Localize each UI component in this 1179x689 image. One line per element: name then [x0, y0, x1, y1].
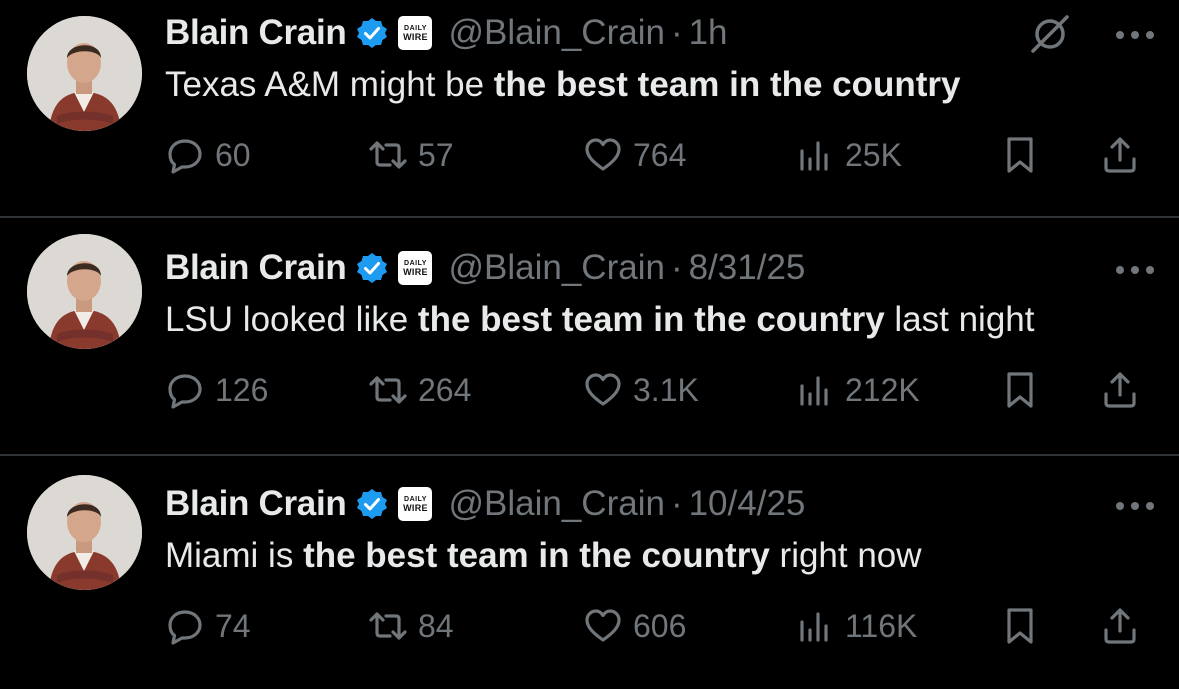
- author-name[interactable]: Blain Crain: [165, 248, 347, 288]
- like-icon: [585, 138, 621, 171]
- timestamp[interactable]: 8/31/25: [689, 248, 806, 288]
- affiliation-line2: WIRE: [403, 31, 428, 42]
- views-count: 212K: [845, 371, 920, 408]
- tweet-text-bold: the best team in the country: [417, 300, 885, 339]
- action-bar: 126 264 3.1K 212K: [165, 366, 1155, 414]
- affiliation-badge[interactable]: DAILY WIRE: [398, 16, 433, 50]
- bookmark-button[interactable]: [1000, 366, 1040, 414]
- reply-icon: [168, 610, 202, 645]
- views-icon: [800, 612, 828, 642]
- separator: ·: [670, 484, 683, 523]
- repost-count: 264: [418, 371, 472, 408]
- reply-icon: [168, 374, 202, 409]
- like-button[interactable]: 3.1K: [583, 366, 699, 414]
- author-name[interactable]: Blain Crain: [165, 484, 347, 524]
- bookmark-icon: [1007, 137, 1033, 173]
- timestamp[interactable]: 1h: [689, 13, 728, 53]
- views-button[interactable]: 116K: [795, 602, 917, 650]
- verified-badge-icon: [356, 17, 388, 49]
- like-button[interactable]: 606: [583, 602, 686, 650]
- share-button[interactable]: [1100, 131, 1140, 179]
- bookmark-button[interactable]: [1000, 602, 1040, 650]
- author-handle[interactable]: @Blain_Crain: [448, 13, 664, 53]
- share-button[interactable]: [1100, 366, 1140, 414]
- tweet-text-part: Texas A&M might be: [165, 65, 494, 104]
- reply-count: 126: [215, 371, 269, 408]
- affiliation-line1: DAILY: [404, 24, 427, 32]
- views-icon: [800, 376, 828, 406]
- tweet-text-bold: the best team in the country: [493, 65, 961, 104]
- affiliation-badge[interactable]: DAILY WIRE: [398, 487, 433, 521]
- separator: ·: [670, 248, 683, 287]
- like-count: 3.1K: [633, 371, 699, 408]
- tweet[interactable]: Blain Crain DAILY WIRE @Blain_Crain · 10…: [0, 456, 1179, 687]
- action-bar: 74 84 606 116K: [165, 602, 1155, 650]
- views-button[interactable]: 212K: [795, 366, 920, 414]
- affiliation-line2: WIRE: [403, 502, 428, 513]
- repost-button[interactable]: 264: [368, 366, 471, 414]
- separator: ·: [670, 13, 683, 52]
- repost-icon: [369, 612, 407, 640]
- share-icon: [1104, 608, 1136, 644]
- author-handle[interactable]: @Blain_Crain: [448, 248, 664, 288]
- tweet-text-part: LSU looked like: [165, 300, 418, 339]
- timestamp[interactable]: 10/4/25: [689, 484, 806, 524]
- tweet-text-bold: the best team in the country: [303, 536, 770, 575]
- bookmark-button[interactable]: [1000, 131, 1040, 179]
- views-icon: [800, 141, 828, 171]
- repost-icon: [369, 376, 407, 404]
- affiliation-line1: DAILY: [404, 259, 427, 267]
- reply-button[interactable]: 74: [165, 602, 251, 650]
- action-bar: 60 57 764 25K: [165, 131, 1155, 179]
- repost-button[interactable]: 84: [368, 602, 454, 650]
- tweet[interactable]: Blain Crain DAILY WIRE @Blain_Crain · 8/…: [0, 218, 1179, 456]
- tweet-text-part: Miami is: [165, 536, 304, 575]
- like-icon: [585, 609, 621, 642]
- bookmark-icon: [1007, 608, 1033, 644]
- reply-button[interactable]: 126: [165, 366, 268, 414]
- like-button[interactable]: 764: [583, 131, 686, 179]
- affiliation-line1: DAILY: [404, 495, 427, 503]
- more-options-icon[interactable]: [1115, 265, 1155, 275]
- avatar[interactable]: [27, 234, 142, 349]
- reply-count: 60: [215, 136, 251, 173]
- like-count: 764: [633, 136, 687, 173]
- verified-badge-icon: [356, 252, 388, 284]
- verified-badge-icon: [356, 488, 388, 520]
- reply-icon: [168, 139, 202, 174]
- views-count: 116K: [845, 607, 918, 644]
- share-button[interactable]: [1100, 602, 1140, 650]
- grok-icon[interactable]: [1029, 12, 1071, 54]
- more-options-icon[interactable]: [1115, 30, 1155, 40]
- reply-button[interactable]: 60: [165, 131, 251, 179]
- reply-count: 74: [215, 607, 251, 644]
- tweet-text: Miami is the best team in the country ri…: [165, 534, 922, 578]
- avatar[interactable]: [27, 16, 142, 131]
- affiliation-line2: WIRE: [403, 266, 428, 277]
- like-icon: [585, 373, 621, 406]
- author-handle[interactable]: @Blain_Crain: [448, 484, 664, 524]
- share-icon: [1104, 372, 1136, 408]
- bookmark-icon: [1007, 372, 1033, 408]
- affiliation-badge[interactable]: DAILY WIRE: [398, 251, 433, 285]
- tweet[interactable]: Blain Crain DAILY WIRE @Blain_Crain · 1h…: [0, 0, 1179, 218]
- repost-icon: [369, 141, 407, 169]
- share-icon: [1104, 137, 1136, 173]
- tweet-text: LSU looked like the best team in the cou…: [165, 298, 1034, 342]
- tweet-text-part: right now: [769, 536, 922, 575]
- repost-button[interactable]: 57: [368, 131, 454, 179]
- avatar[interactable]: [27, 475, 142, 590]
- tweet-text: Texas A&M might be the best team in the …: [165, 63, 961, 107]
- views-button[interactable]: 25K: [795, 131, 902, 179]
- repost-count: 84: [418, 607, 454, 644]
- like-count: 606: [633, 607, 687, 644]
- tweet-text-part: last night: [884, 300, 1035, 339]
- repost-count: 57: [418, 136, 454, 173]
- views-count: 25K: [845, 136, 902, 173]
- more-options-icon[interactable]: [1115, 501, 1155, 511]
- author-name[interactable]: Blain Crain: [165, 13, 347, 53]
